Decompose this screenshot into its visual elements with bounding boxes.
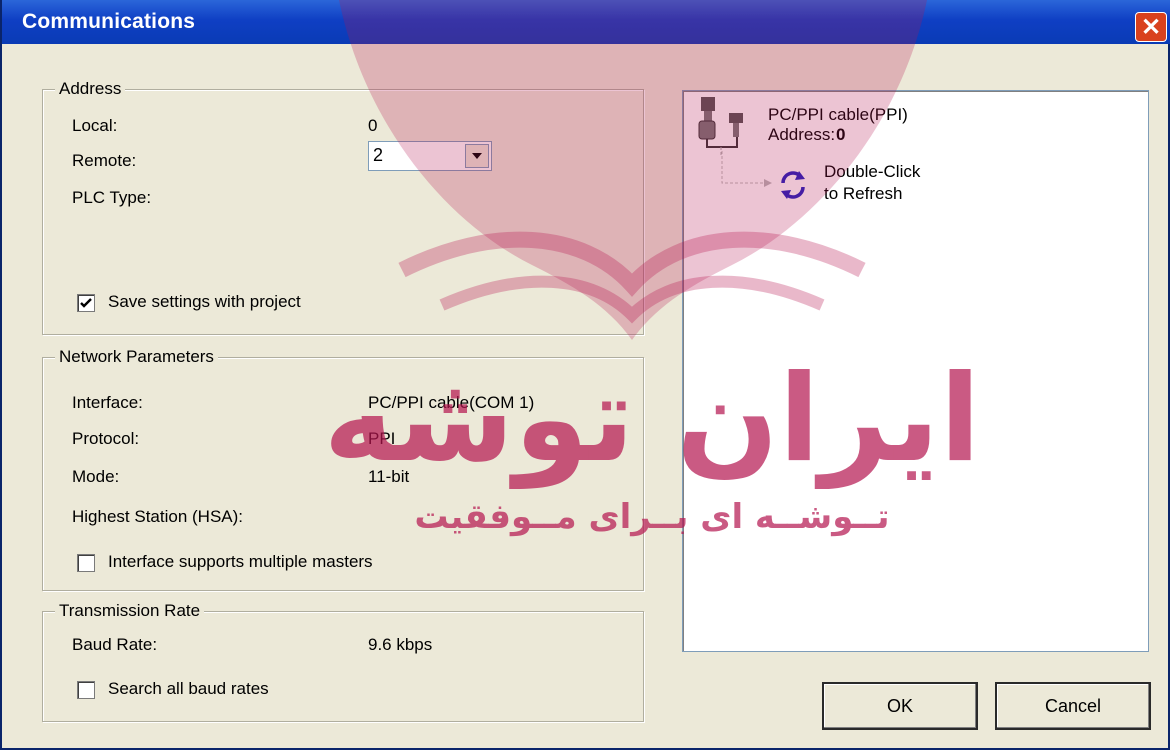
multiple-masters-label: Interface supports multiple masters: [108, 552, 373, 571]
chevron-down-icon: [472, 153, 482, 159]
close-icon: ✕: [1140, 13, 1162, 41]
address-legend: Address: [55, 79, 126, 99]
baud-rate-value: 9.6 kbps: [368, 635, 433, 654]
search-baud-rates-label: Search all baud rates: [108, 679, 269, 698]
multiple-masters-checkbox[interactable]: [77, 554, 95, 572]
dropdown-button[interactable]: [465, 144, 489, 168]
plc-type-label: PLC Type:: [72, 188, 152, 207]
hsa-label: Highest Station (HSA):: [72, 507, 244, 526]
baud-rate-label: Baud Rate:: [72, 635, 158, 654]
cancel-button[interactable]: Cancel: [995, 682, 1151, 730]
remote-label: Remote:: [72, 151, 137, 170]
interface-value: PC/PPI cable(COM 1): [368, 393, 535, 412]
close-button[interactable]: ✕: [1135, 12, 1167, 42]
refresh-text-line2[interactable]: to Refresh: [824, 184, 902, 204]
save-settings-label: Save settings with project: [108, 292, 301, 311]
mode-label: Mode:: [72, 467, 120, 486]
remote-address-combo[interactable]: 2: [368, 141, 492, 171]
mode-value: 11-bit: [368, 467, 410, 486]
interface-label: Interface:: [72, 393, 143, 412]
network-parameters-legend: Network Parameters: [55, 347, 218, 367]
checkmark-icon: [80, 298, 92, 308]
cable-address-label: Address:: [768, 125, 836, 144]
cable-name[interactable]: PC/PPI cable(PPI): [768, 105, 908, 125]
local-value: 0: [368, 116, 378, 135]
cable-address-value: 0: [836, 125, 846, 144]
transmission-rate-group: Transmission Rate: [42, 601, 644, 722]
remote-address-value[interactable]: 2: [373, 145, 383, 166]
local-label: Local:: [72, 116, 118, 135]
communications-dialog: Communications ✕ Address Local: 0 Remote…: [0, 0, 1170, 750]
refresh-icon[interactable]: [777, 169, 809, 201]
transmission-rate-legend: Transmission Rate: [55, 601, 205, 621]
save-settings-checkbox[interactable]: [77, 294, 95, 312]
protocol-label: Protocol:: [72, 429, 140, 448]
search-baud-rates-checkbox[interactable]: [77, 681, 95, 699]
dialog-title: Communications: [22, 10, 196, 33]
network-tree-view[interactable]: PC/PPI cable(PPI) Address: 0 Double-Clic…: [682, 90, 1149, 652]
refresh-text-line1[interactable]: Double-Click: [824, 162, 920, 182]
tree-connector-line: [721, 151, 772, 187]
protocol-value: PPI: [368, 429, 396, 448]
ok-button[interactable]: OK: [822, 682, 978, 730]
title-bar[interactable]: Communications ✕: [2, 0, 1170, 44]
